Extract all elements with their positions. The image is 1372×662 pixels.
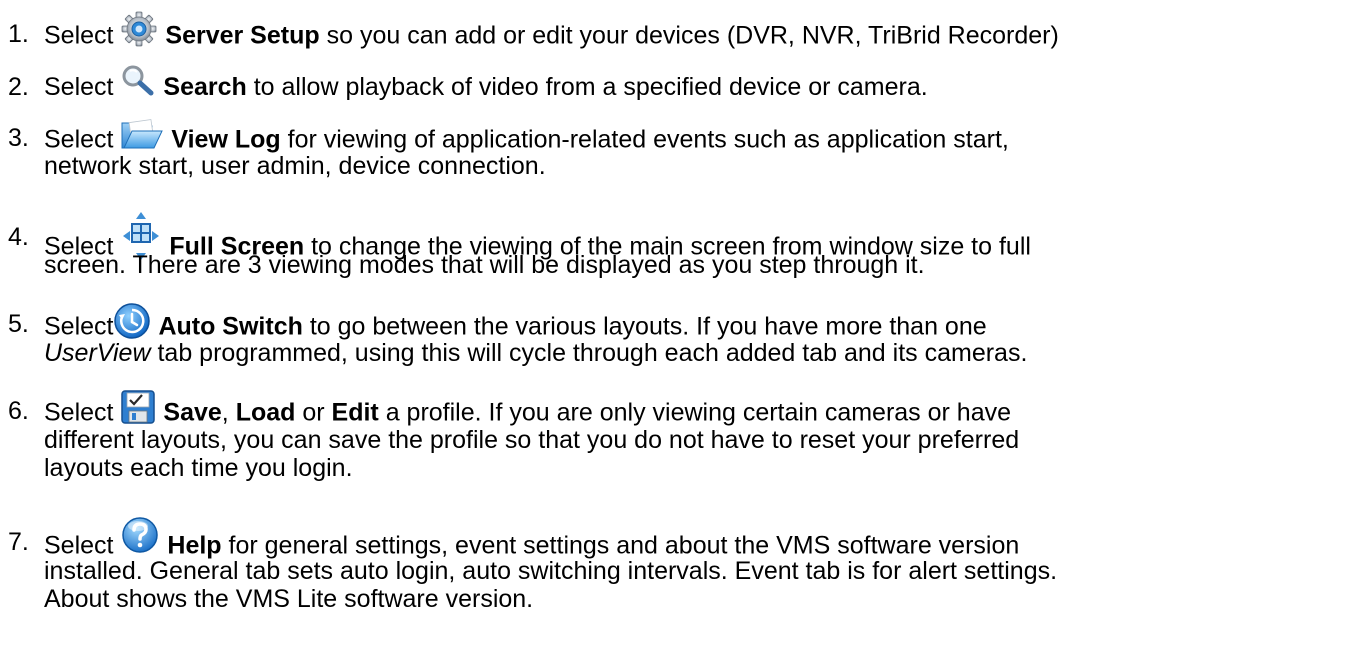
item-text: to allow playback of video from a specif… [253,73,928,101]
select-word: Select [44,398,114,427]
save-icon [120,389,156,425]
select-word: Select [44,73,114,101]
select-word: Select [44,125,114,154]
search-label: Search [163,73,247,101]
item-number: 1. [8,20,29,48]
item-number: 5. [8,310,29,338]
folder-icon [120,117,164,153]
item-text-continued: different layouts, you can save the prof… [44,426,1020,454]
item-text: to go between the various layouts. If yo… [309,312,987,341]
view-log-label: View Log [171,125,281,154]
item-text-continued: installed. General tab sets auto login, … [44,557,1058,585]
edit-label: Edit [331,398,379,427]
item-text-continued: layouts each time you login. [44,454,353,482]
item-text-continued: network start, user admin, device connec… [44,152,546,180]
server-setup-label: Server Setup [165,21,320,50]
select-word: Select [44,21,114,50]
auto-switch-label: Auto Switch [158,312,303,341]
item-text: a profile. If you are only viewing certa… [385,398,1012,427]
gear-icon [120,11,158,47]
save-label: Save [163,398,222,427]
help-icon [120,515,160,555]
item-text-continued: tab programmed, using this will cycle th… [157,339,1028,367]
item-text-continued: screen. There are 3 viewing modes that w… [44,251,925,279]
item-number: 2. [8,73,29,101]
item-text: for viewing of application-related event… [287,125,1009,154]
item-text-continued: About shows the VMS Lite software versio… [44,585,534,613]
item-number: 7. [8,528,29,556]
userview-tab-name: UserView [44,339,151,367]
item-number: 4. [8,223,29,251]
select-word: Select [44,312,114,341]
item-number: 3. [8,124,29,152]
item-number: 6. [8,397,29,425]
item-text: so you can add or edit your devices (DVR… [326,21,1059,50]
auto-switch-icon [113,302,151,340]
separator: , [221,398,236,427]
load-label: Load [235,398,296,427]
separator: or [295,398,332,427]
magnifier-icon [120,64,156,96]
